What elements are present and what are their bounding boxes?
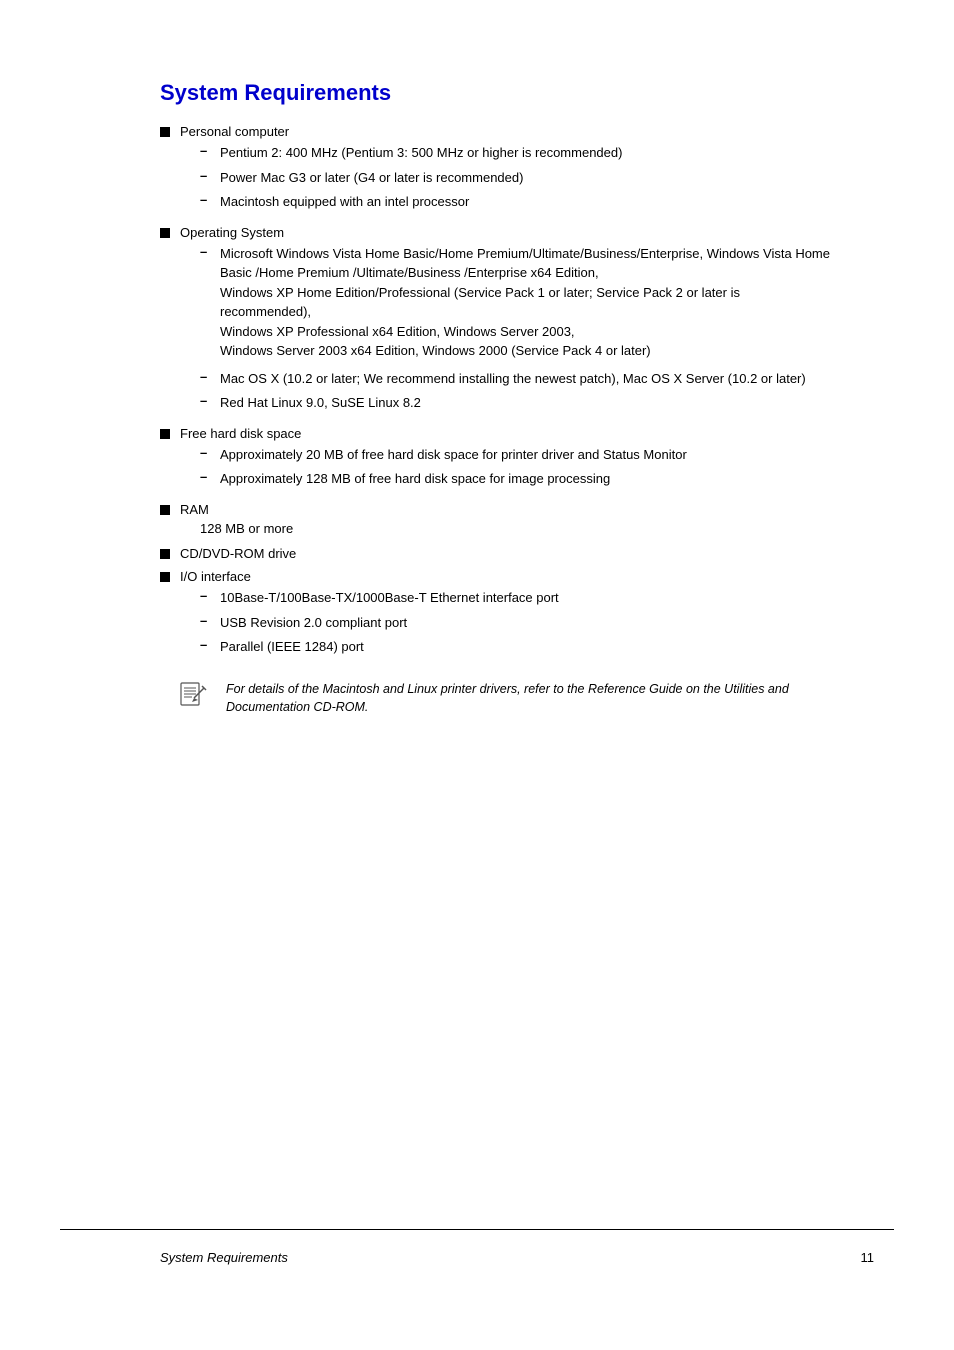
list-item: – Mac OS X (10.2 or later; We recommend … xyxy=(200,369,834,389)
dash-icon: – xyxy=(200,637,212,652)
note-box: For details of the Macintosh and Linux p… xyxy=(180,680,834,718)
sub-item-text: Power Mac G3 or later (G4 or later is re… xyxy=(220,168,834,188)
dash-icon: – xyxy=(200,613,212,628)
sub-list: – 10Base-T/100Base-TX/1000Base-T Etherne… xyxy=(200,588,834,657)
footer-page-number: 11 xyxy=(861,1250,875,1265)
item-content: Free hard disk space – Approximately 20 … xyxy=(180,426,834,494)
list-item: – Pentium 2: 400 MHz (Pentium 3: 500 MHz… xyxy=(200,143,834,163)
sub-item-text: 10Base-T/100Base-TX/1000Base-T Ethernet … xyxy=(220,588,834,608)
item-content: Operating System – Microsoft Windows Vis… xyxy=(180,225,834,418)
sub-item-text: Macintosh equipped with an intel process… xyxy=(220,192,834,212)
dash-icon: – xyxy=(200,168,212,183)
item-label: Operating System xyxy=(180,225,284,240)
item-label: Personal computer xyxy=(180,124,289,139)
list-item: RAM 128 MB or more xyxy=(160,502,834,539)
sub-item-text: Microsoft Windows Vista Home Basic/Home … xyxy=(220,244,834,361)
item-label: RAM xyxy=(180,502,209,517)
footer: System Requirements 11 xyxy=(0,1250,954,1265)
bullet-icon xyxy=(160,549,170,559)
list-item: – USB Revision 2.0 compliant port xyxy=(200,613,834,633)
list-item: Personal computer – Pentium 2: 400 MHz (… xyxy=(160,124,834,217)
list-item: – Power Mac G3 or later (G4 or later is … xyxy=(200,168,834,188)
main-list: Personal computer – Pentium 2: 400 MHz (… xyxy=(160,124,834,662)
list-item: I/O interface – 10Base-T/100Base-TX/1000… xyxy=(160,569,834,662)
sub-item-text: USB Revision 2.0 compliant port xyxy=(220,613,834,633)
list-item: – 10Base-T/100Base-TX/1000Base-T Etherne… xyxy=(200,588,834,608)
dash-icon: – xyxy=(200,469,212,484)
page: System Requirements Personal computer – … xyxy=(0,0,954,1350)
sub-list: – Microsoft Windows Vista Home Basic/Hom… xyxy=(200,244,834,413)
bullet-icon xyxy=(160,127,170,137)
note-icon xyxy=(180,682,216,710)
dash-icon: – xyxy=(200,393,212,408)
item-content: RAM 128 MB or more xyxy=(180,502,834,539)
item-content: I/O interface – 10Base-T/100Base-TX/1000… xyxy=(180,569,834,662)
sub-item-text: Pentium 2: 400 MHz (Pentium 3: 500 MHz o… xyxy=(220,143,834,163)
item-content: CD/DVD-ROM drive xyxy=(180,546,834,561)
list-item: Operating System – Microsoft Windows Vis… xyxy=(160,225,834,418)
sub-item-text: Red Hat Linux 9.0, SuSE Linux 8.2 xyxy=(220,393,834,413)
bullet-icon xyxy=(160,505,170,515)
sub-item-text: Mac OS X (10.2 or later; We recommend in… xyxy=(220,369,834,389)
sub-item-text: Approximately 20 MB of free hard disk sp… xyxy=(220,445,834,465)
dash-icon: – xyxy=(200,369,212,384)
list-item: CD/DVD-ROM drive xyxy=(160,546,834,561)
sub-item-text: Approximately 128 MB of free hard disk s… xyxy=(220,469,834,489)
item-label: I/O interface xyxy=(180,569,251,584)
bullet-icon xyxy=(160,572,170,582)
item-label: CD/DVD-ROM drive xyxy=(180,546,296,561)
note-svg-icon xyxy=(180,682,216,710)
list-item: – Parallel (IEEE 1284) port xyxy=(200,637,834,657)
sub-item-text: Parallel (IEEE 1284) port xyxy=(220,637,834,657)
footer-section-name: System Requirements xyxy=(160,1250,288,1265)
dash-icon: – xyxy=(200,192,212,207)
section-title: System Requirements xyxy=(160,80,834,106)
list-item: Free hard disk space – Approximately 20 … xyxy=(160,426,834,494)
list-item: – Approximately 20 MB of free hard disk … xyxy=(200,445,834,465)
dash-icon: – xyxy=(200,244,212,259)
ram-detail: 128 MB or more xyxy=(200,519,834,539)
dash-icon: – xyxy=(200,588,212,603)
item-label: Free hard disk space xyxy=(180,426,301,441)
list-item: – Microsoft Windows Vista Home Basic/Hom… xyxy=(200,244,834,361)
item-content: Personal computer – Pentium 2: 400 MHz (… xyxy=(180,124,834,217)
sub-list: – Approximately 20 MB of free hard disk … xyxy=(200,445,834,489)
sub-list: – Pentium 2: 400 MHz (Pentium 3: 500 MHz… xyxy=(200,143,834,212)
dash-icon: – xyxy=(200,445,212,460)
bullet-icon xyxy=(160,228,170,238)
note-text: For details of the Macintosh and Linux p… xyxy=(226,680,834,718)
dash-icon: – xyxy=(200,143,212,158)
bullet-icon xyxy=(160,429,170,439)
list-item: – Approximately 128 MB of free hard disk… xyxy=(200,469,834,489)
footer-divider xyxy=(60,1229,894,1230)
list-item: – Red Hat Linux 9.0, SuSE Linux 8.2 xyxy=(200,393,834,413)
list-item: – Macintosh equipped with an intel proce… xyxy=(200,192,834,212)
